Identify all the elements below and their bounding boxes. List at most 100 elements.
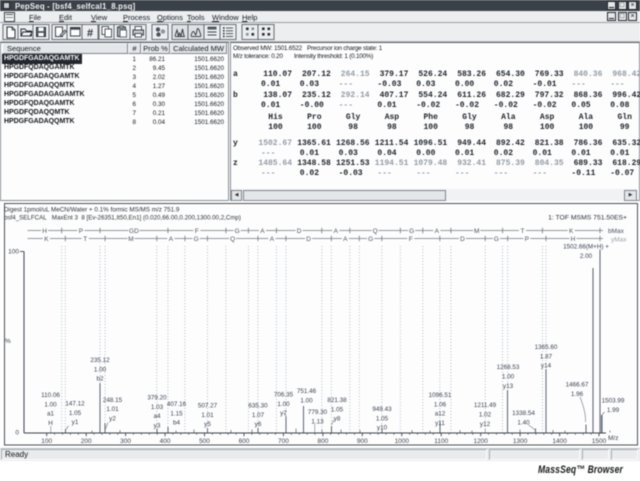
svg-text:1365.60: 1365.60 [535,344,558,351]
svg-text:1.13: 1.13 [311,418,324,425]
svg-text:a1: a1 [47,411,55,418]
svg-text:1.00: 1.00 [502,374,515,381]
svg-text:H: H [42,228,47,235]
svg-text:779.30: 779.30 [308,409,328,416]
svg-text:G: G [194,236,199,243]
svg-text:Q: Q [373,228,378,235]
svg-text:F: F [195,228,199,235]
svg-text:y13: y13 [503,383,514,390]
svg-text:a4: a4 [153,413,161,420]
svg-text:M/z: M/z [608,435,618,442]
svg-text:y5: y5 [204,421,211,428]
svg-text:K: K [569,228,574,235]
svg-text:Q: Q [230,236,235,243]
svg-text:949.43: 949.43 [372,406,392,413]
svg-text:635.30: 635.30 [248,403,268,410]
svg-text:1.05: 1.05 [331,406,344,413]
svg-text:600: 600 [239,438,250,445]
svg-text:1500: 1500 [592,438,607,445]
svg-text:H: H [571,236,576,243]
svg-text:D: D [297,228,302,235]
svg-text:%: % [5,338,11,345]
svg-text:A: A [169,236,174,243]
svg-text:A: A [260,228,265,235]
svg-text:248.15: 248.15 [103,397,123,404]
svg-text:500: 500 [199,438,210,445]
svg-text:A: A [435,228,440,235]
svg-text:F: F [409,236,413,243]
svg-text:1.03: 1.03 [151,404,164,411]
svg-text:100: 100 [41,438,52,445]
svg-text:yMax: yMax [611,237,627,244]
svg-text:b4: b4 [173,420,181,427]
svg-text:G: G [368,236,373,243]
svg-text:A: A [343,236,348,243]
svg-text:400: 400 [160,438,171,445]
svg-text:706.35: 706.35 [274,392,294,399]
svg-text:100: 100 [8,249,19,256]
svg-text:K: K [44,236,49,243]
svg-text:1.01: 1.01 [106,406,119,413]
svg-text:1.00: 1.00 [277,401,290,408]
svg-text:110.06: 110.06 [41,392,60,399]
svg-text:1.00: 1.00 [44,401,57,408]
svg-text:y1: y1 [72,419,79,426]
svg-text:700: 700 [278,438,289,445]
svg-text:1.05: 1.05 [69,410,82,417]
svg-text:A: A [270,236,275,243]
svg-text:GD: GD [129,228,139,235]
svg-text:T: T [521,228,525,235]
svg-text:a12: a12 [435,411,446,418]
svg-text:1096.51: 1096.51 [429,392,452,399]
svg-text:0: 0 [15,430,19,437]
svg-text:b2: b2 [96,376,104,383]
svg-text:#: # [87,28,93,40]
svg-text:y3: y3 [154,422,161,429]
svg-text:1.07: 1.07 [252,412,265,419]
svg-text:1.96: 1.96 [571,391,584,398]
svg-text:2.00: 2.00 [580,253,593,260]
svg-text:147.12: 147.12 [65,401,85,408]
svg-text:1300: 1300 [513,438,528,445]
svg-text:1.05: 1.05 [376,415,389,422]
svg-text:407.16: 407.16 [167,401,187,408]
svg-text:200: 200 [81,438,92,445]
svg-text:235.12: 235.12 [90,357,110,364]
svg-text:y8: y8 [334,416,341,423]
svg-text:P: P [525,236,529,243]
svg-text:y14: y14 [541,363,552,370]
svg-text:1.06: 1.06 [434,401,447,408]
svg-text:1.40: 1.40 [517,419,530,426]
svg-text:A: A [334,228,339,235]
svg-text:y11: y11 [435,420,445,427]
svg-text:1200: 1200 [473,438,488,445]
svg-text:1502.66(M+H) +: 1502.66(M+H) + [563,244,609,251]
svg-text:M: M [128,236,133,243]
svg-text:y6: y6 [255,421,262,428]
svg-text:G: G [409,228,414,235]
svg-text:M: M [474,228,479,235]
svg-text:1100: 1100 [434,438,448,445]
svg-text:y10: y10 [377,425,388,432]
svg-text:1268.53: 1268.53 [497,364,520,371]
svg-text:bMax: bMax [608,228,625,235]
svg-text:1503.99: 1503.99 [602,398,625,405]
svg-text:1338.54: 1338.54 [512,410,535,417]
svg-text:Digest 1pmol/uL MeCN/Water + 0: Digest 1pmol/uL MeCN/Water + 0.1% formic… [4,207,180,214]
svg-text:1.01: 1.01 [201,412,214,419]
svg-text:300: 300 [120,438,131,445]
svg-text:1.02: 1.02 [479,412,492,419]
svg-text:1.00: 1.00 [300,397,313,404]
svg-text:G: G [235,228,240,235]
svg-text:751.46: 751.46 [297,388,317,395]
svg-text:379.20: 379.20 [147,394,167,401]
svg-text:D: D [306,236,311,243]
svg-text:1.87: 1.87 [540,353,553,360]
svg-text:900: 900 [357,438,368,445]
svg-text:1.00: 1.00 [94,366,107,373]
svg-text:T: T [83,236,87,243]
svg-text:D: D [460,236,465,243]
svg-text:y2: y2 [109,416,116,423]
svg-text:y7: y7 [280,410,287,417]
svg-text:1211.49: 1211.49 [474,402,497,409]
